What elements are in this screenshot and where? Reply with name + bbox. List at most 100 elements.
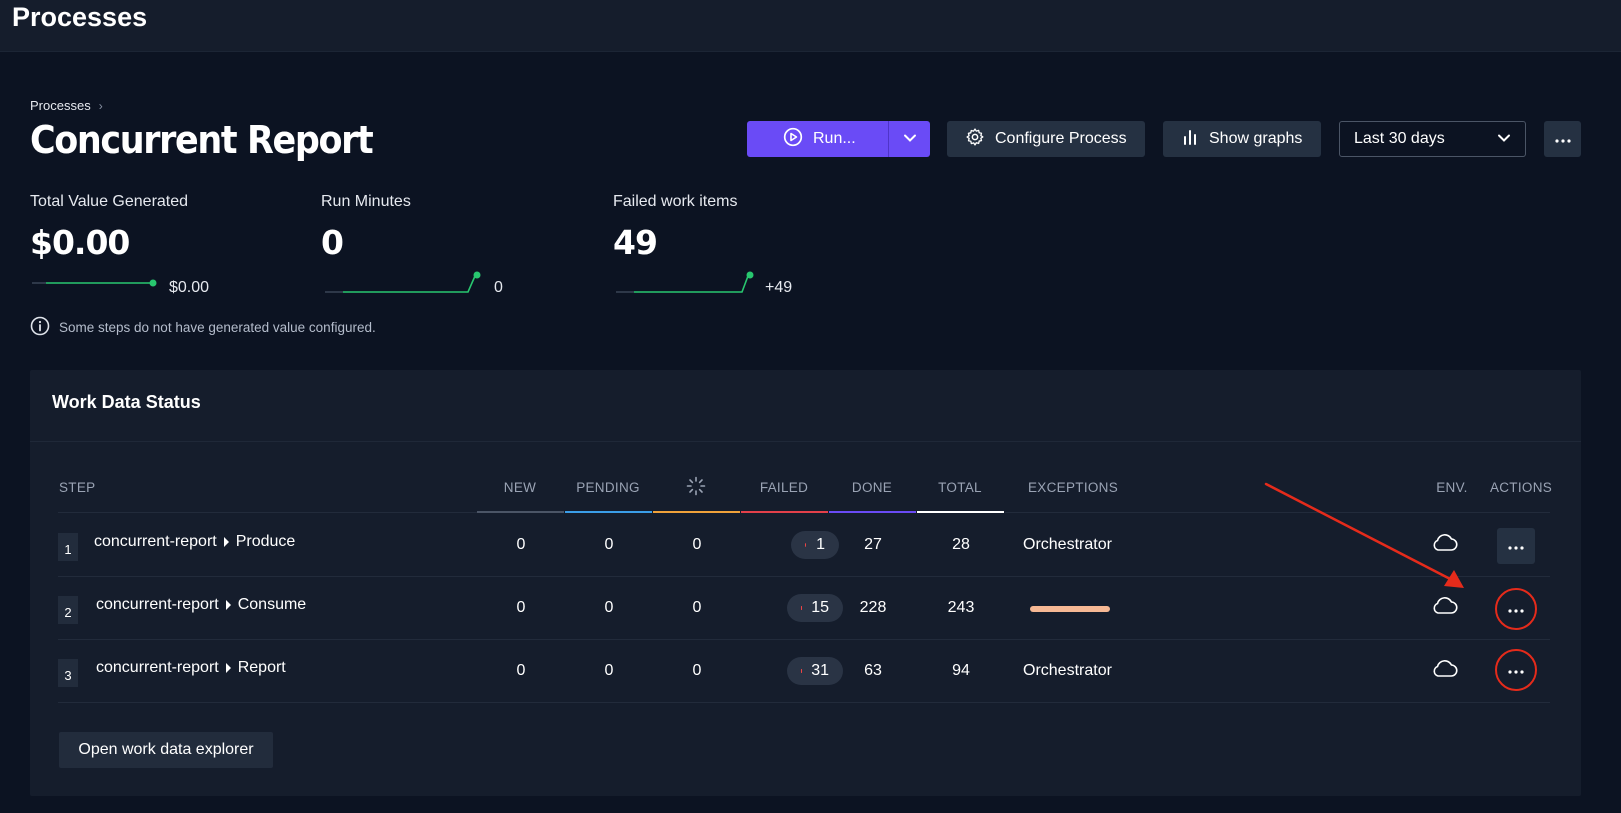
step-process: concurrent-report (96, 596, 219, 613)
metric-trend-value: $0.00 (169, 279, 210, 296)
column-header-done: DONE (851, 480, 893, 495)
step-index: 2 (58, 596, 78, 624)
processing-count: 0 (692, 599, 702, 616)
chevron-down-icon (1497, 130, 1511, 148)
panel-header: Work Data Status (30, 370, 1581, 442)
bar-chart-icon (1181, 128, 1199, 151)
step-label: Consume (237, 596, 307, 613)
metric-trend-value: 0 (494, 279, 503, 296)
failed-count: 15 (811, 599, 829, 616)
run-button-label: Run... (813, 130, 856, 147)
row-actions-button[interactable] (1497, 528, 1535, 564)
metric-failed-items: Failed work items 49 (613, 193, 737, 262)
sparkline-total-value (32, 279, 157, 287)
breadcrumb: Processes › (30, 98, 103, 113)
step-index: 1 (58, 533, 78, 561)
annotation-arrow (1264, 482, 1464, 588)
header-divider (58, 512, 477, 513)
caret-right-icon (223, 537, 229, 547)
cloud-icon (1430, 657, 1458, 684)
exceptions-value[interactable]: Orchestrator (1023, 662, 1112, 680)
metric-run-minutes: Run Minutes 0 (321, 193, 411, 262)
step-process: concurrent-report (94, 533, 217, 550)
exceptions-value[interactable]: Orchestrator (1023, 536, 1112, 554)
metric-total-value: Total Value Generated $0.00 (30, 193, 188, 262)
step-name[interactable]: concurrent-report Produce (94, 533, 295, 551)
new-count: 0 (516, 536, 526, 553)
metric-value: 49 (613, 223, 658, 262)
column-header-pending: PENDING (576, 480, 640, 495)
new-column-indicator (477, 511, 564, 513)
step-name[interactable]: concurrent-report Report (96, 659, 286, 677)
processing-count: 0 (692, 662, 702, 679)
step-process: concurrent-report (96, 659, 219, 676)
highlight-circle-annotation (1495, 649, 1537, 691)
done-count: 63 (864, 662, 882, 679)
pending-count: 0 (604, 536, 614, 553)
more-options-button[interactable] (1544, 121, 1581, 157)
breadcrumb-item-processes[interactable]: Processes (30, 98, 91, 113)
app-title: Processes (12, 2, 148, 32)
pending-column-indicator (565, 511, 652, 513)
metric-label: Failed work items (613, 193, 738, 210)
highlight-circle-annotation (1495, 588, 1537, 630)
metric-label: Run Minutes (321, 193, 411, 210)
new-count: 0 (516, 662, 526, 679)
pending-count: 0 (604, 662, 614, 679)
done-count: 27 (864, 536, 882, 553)
spinner-icon (652, 476, 740, 499)
failed-count: 31 (811, 662, 829, 679)
metric-label: Total Value Generated (30, 193, 189, 210)
table-row[interactable]: 3 concurrent-report Report 0 0 0 31 63 9… (58, 640, 1550, 703)
new-count: 0 (516, 599, 526, 616)
step-index: 3 (58, 659, 78, 687)
date-range-value: Last 30 days (1354, 130, 1445, 147)
total-count: 28 (952, 536, 970, 553)
pending-count: 0 (604, 599, 614, 616)
metric-trend-value: +49 (765, 279, 793, 296)
processing-column-indicator (653, 511, 740, 513)
caret-right-icon (225, 663, 231, 673)
caret-right-icon (225, 600, 231, 610)
chevron-down-icon (903, 130, 917, 148)
total-column-indicator (917, 511, 1004, 513)
total-count: 243 (947, 599, 975, 616)
total-count: 94 (952, 662, 970, 679)
info-icon (30, 316, 50, 339)
gear-icon (965, 127, 985, 152)
note-text: Some steps do not have generated value c… (59, 320, 376, 335)
more-horizontal-icon (1554, 130, 1571, 148)
column-header-step: STEP (59, 480, 96, 495)
page-title: Concurrent Report (30, 118, 374, 162)
column-header-total: TOTAL (938, 480, 982, 495)
failed-column-indicator (741, 511, 828, 513)
top-bar: Processes (0, 0, 1621, 52)
metric-value: 0 (321, 223, 344, 262)
column-header-new: NEW (503, 480, 537, 495)
configure-process-label: Configure Process (995, 130, 1127, 147)
show-graphs-label: Show graphs (1209, 130, 1303, 147)
done-column-indicator (829, 511, 916, 513)
open-work-data-explorer-button[interactable]: Open work data explorer (59, 732, 273, 768)
run-options-dropdown[interactable] (888, 121, 930, 157)
chevron-right-icon: › (98, 98, 103, 113)
show-graphs-button[interactable]: Show graphs (1163, 121, 1321, 157)
column-header-failed: FAILED (759, 480, 809, 495)
processing-count: 0 (692, 536, 702, 553)
date-range-select[interactable]: Last 30 days (1339, 121, 1526, 157)
configure-process-button[interactable]: Configure Process (947, 121, 1145, 157)
cloud-icon (1430, 594, 1458, 621)
play-circle-icon (783, 127, 803, 152)
value-config-note: Some steps do not have generated value c… (30, 316, 376, 339)
metric-value: $0.00 (30, 223, 130, 262)
sparkline-failed-items (616, 271, 754, 293)
exceptions-loading-bar (1030, 606, 1110, 612)
failed-dot-icon (805, 543, 807, 547)
more-horizontal-icon (1508, 537, 1524, 555)
step-name[interactable]: concurrent-report Consume (96, 596, 306, 614)
column-header-exceptions: EXCEPTIONS (1028, 480, 1119, 495)
run-button[interactable]: Run... (747, 121, 889, 157)
column-header-actions: ACTIONS (1489, 480, 1553, 495)
done-count: 228 (859, 599, 887, 616)
failed-count: 1 (816, 536, 825, 553)
